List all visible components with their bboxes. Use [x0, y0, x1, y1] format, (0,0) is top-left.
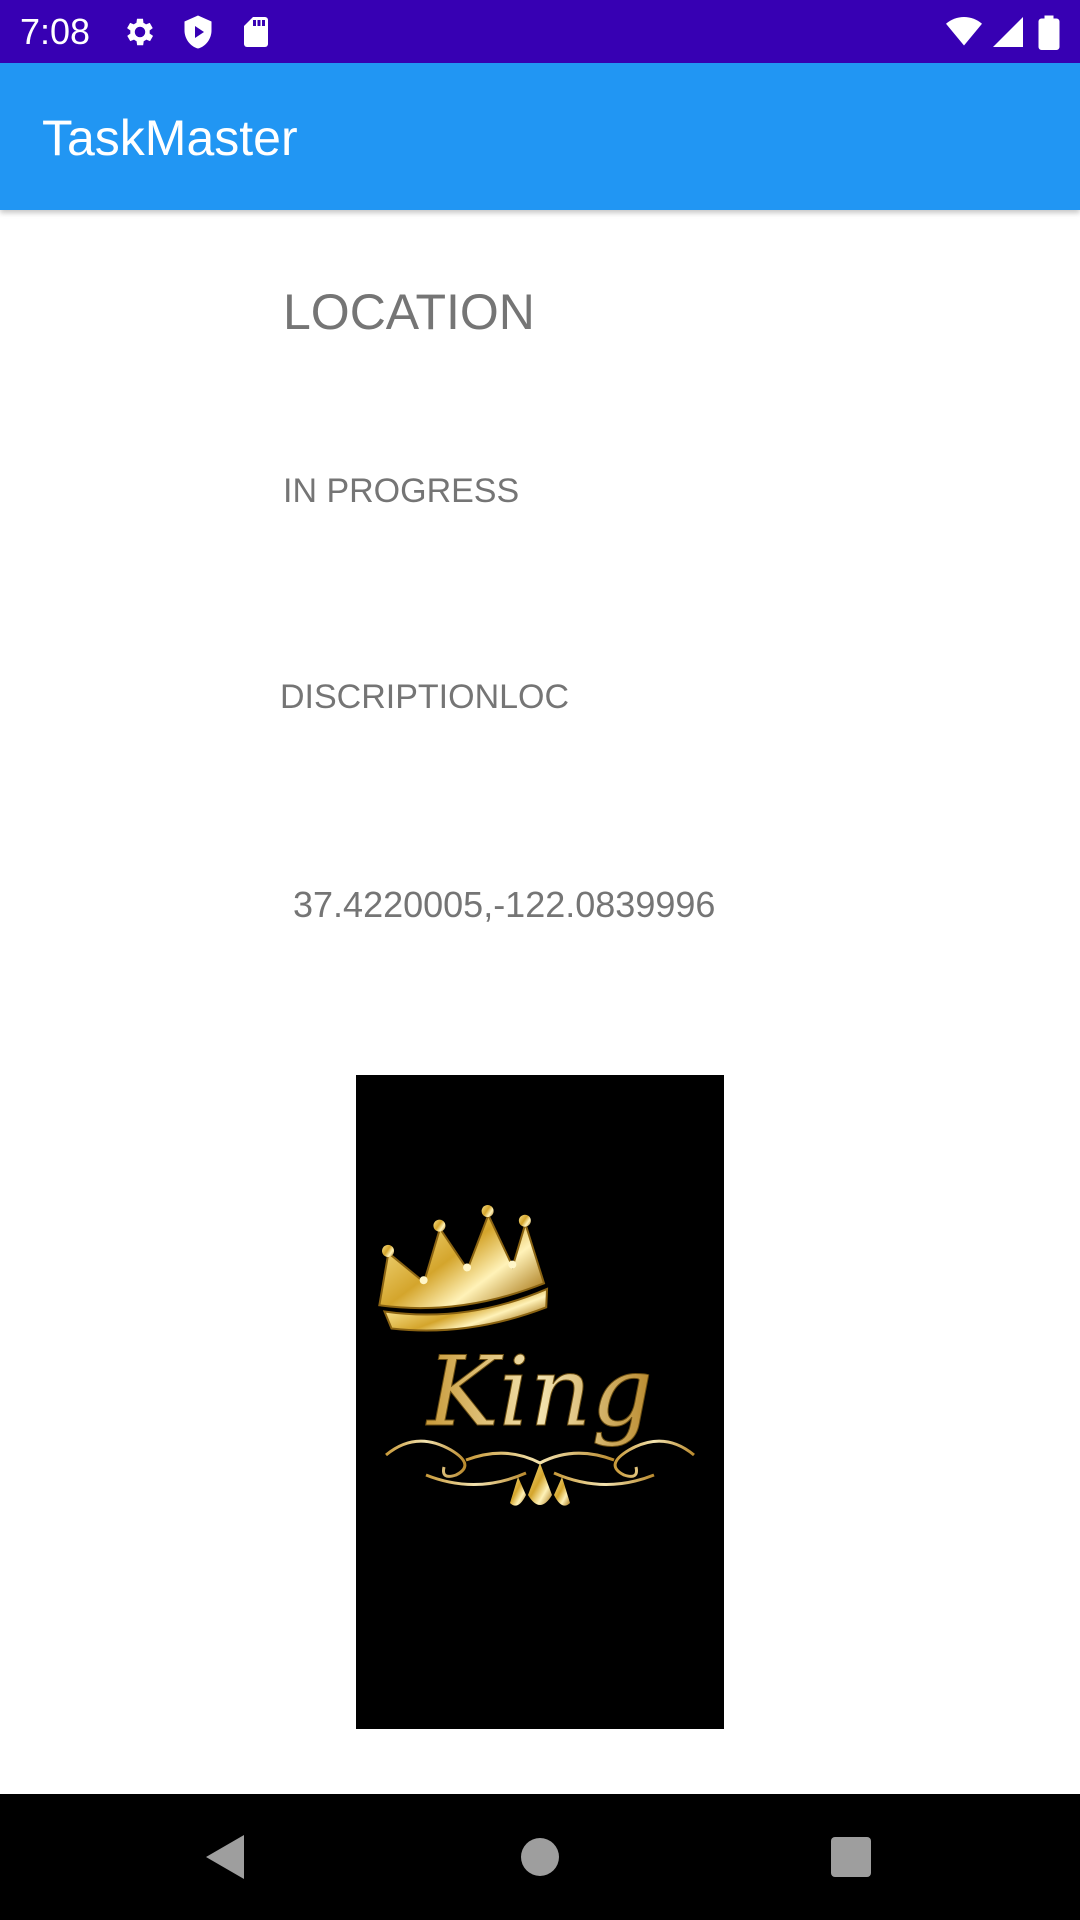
back-icon[interactable]	[196, 1827, 256, 1887]
wifi-icon	[944, 14, 984, 50]
task-image: King	[356, 1075, 724, 1729]
home-icon[interactable]	[510, 1827, 570, 1887]
king-crown-image: King	[356, 1075, 724, 1729]
shield-play-icon	[180, 14, 216, 50]
app-title: TaskMaster	[42, 110, 298, 166]
task-detail-screen: 7:08 TaskMaster LOCATION IN PROGRESS DIS…	[0, 0, 1080, 1920]
task-title: LOCATION	[283, 284, 535, 340]
svg-text:King: King	[425, 1336, 653, 1448]
cell-signal-icon	[990, 14, 1026, 50]
status-time: 7:08	[20, 11, 91, 52]
navigation-bar	[0, 1794, 1080, 1920]
battery-icon	[1036, 14, 1062, 50]
task-location: 37.4220005,-122.0839996	[293, 884, 716, 925]
app-bar: TaskMaster	[0, 63, 1080, 210]
recents-icon[interactable]	[821, 1827, 881, 1887]
gear-icon	[122, 14, 158, 50]
task-description: DISCRIPTIONLOC	[280, 678, 570, 716]
status-bar: 7:08	[0, 0, 1080, 63]
sd-card-icon	[238, 14, 274, 50]
task-status: IN PROGRESS	[283, 472, 520, 510]
